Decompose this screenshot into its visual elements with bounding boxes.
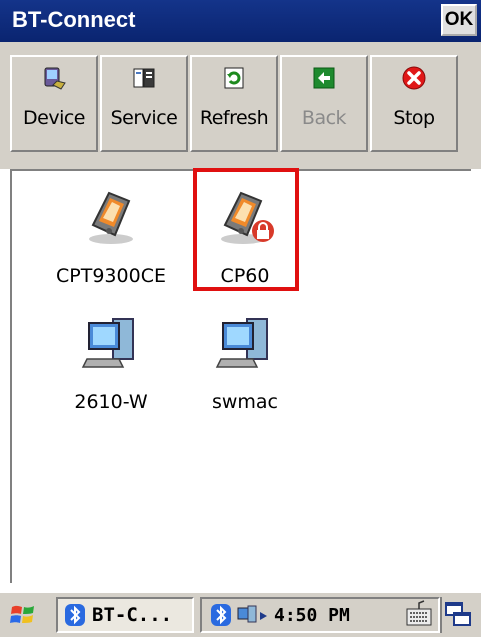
refresh-icon (224, 67, 244, 89)
device-item-2610-w[interactable]: 2610-W (36, 311, 186, 431)
toolbar-area: Device Service Refresh Back Stop (0, 42, 481, 169)
refresh-button[interactable]: Refresh (190, 55, 278, 152)
back-arrow-icon (313, 67, 335, 89)
device-item-swmac[interactable]: swmac (170, 311, 320, 431)
back-label: Back (301, 107, 347, 129)
computer-icon (215, 318, 268, 368)
device-name: 2610-W (74, 391, 148, 413)
device-name: swmac (211, 391, 279, 413)
pda-icon (89, 191, 133, 244)
keyboard-icon[interactable] (404, 599, 434, 629)
window-title: BT-Connect (12, 7, 136, 32)
device-name: CP60 (220, 265, 270, 287)
ok-button[interactable]: OK (441, 4, 477, 36)
service-icon (133, 68, 155, 88)
pda-locked-icon (221, 191, 274, 244)
windows-switcher-icon[interactable] (443, 599, 473, 629)
title-bar: BT-Connect OK (0, 0, 481, 42)
service-button[interactable]: Service (100, 55, 188, 152)
service-label: Service (110, 107, 178, 129)
windows-start-icon[interactable] (8, 601, 40, 629)
stop-icon (402, 66, 426, 90)
device-item-cpt9300ce[interactable]: CPT9300CE (36, 185, 186, 305)
device-name: CPT9300CE (56, 265, 166, 287)
back-button[interactable]: Back (280, 55, 368, 152)
network-icon[interactable] (236, 604, 270, 626)
clock[interactable]: 4:50 PM (274, 605, 350, 626)
device-list: CPT9300CE CP60 2610-W swmac (10, 169, 471, 583)
bluetooth-tray-icon[interactable] (210, 603, 232, 627)
taskbar: BT-C... 4:50 PM (0, 591, 481, 637)
taskbar-task-label: BT-C... (92, 604, 173, 626)
refresh-label: Refresh (199, 107, 269, 129)
taskbar-separator (440, 597, 442, 633)
stop-label: Stop (393, 107, 435, 129)
device-icon (44, 67, 66, 90)
device-button[interactable]: Device (10, 55, 98, 152)
toolbar: Device Service Refresh Back Stop (10, 55, 472, 152)
bluetooth-icon (65, 604, 85, 626)
device-item-cp60[interactable]: CP60 (170, 185, 320, 305)
taskbar-task-bt-connect[interactable]: BT-C... (56, 597, 194, 633)
computer-icon (81, 318, 134, 368)
device-label: Device (23, 107, 85, 129)
stop-button[interactable]: Stop (370, 55, 458, 152)
